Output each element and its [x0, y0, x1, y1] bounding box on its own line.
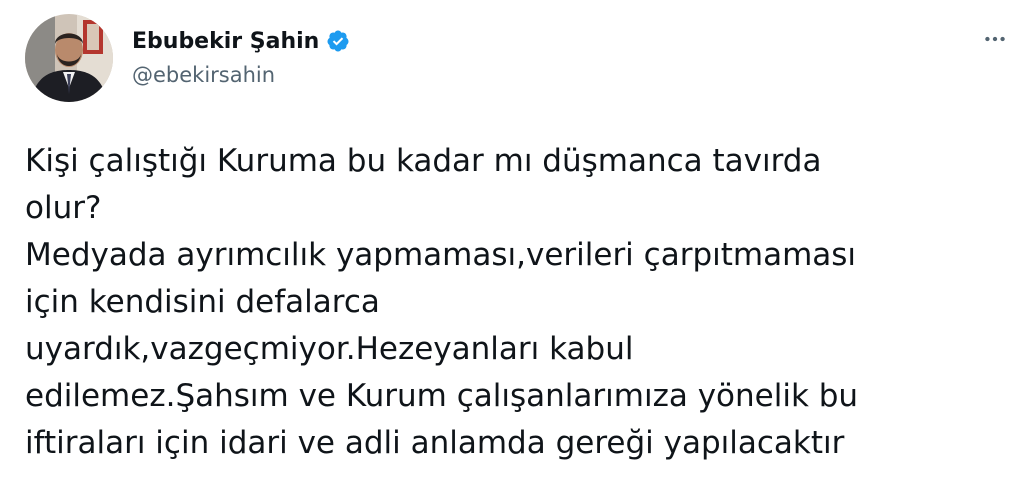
more-options-button[interactable] — [978, 22, 1012, 56]
tweet-text-line: Kişi çalıştığı Kuruma bu kadar mı düşman… — [25, 143, 822, 179]
tweet-text: Kişi çalıştığı Kuruma bu kadar mı düşman… — [25, 138, 1005, 467]
more-horizontal-icon — [985, 36, 1005, 42]
tweet-text-line: olur? — [25, 190, 102, 226]
author-handle[interactable]: @ebekirsahin — [132, 63, 350, 87]
name-row: Ebubekir Şahin — [132, 25, 350, 57]
avatar[interactable] — [25, 14, 113, 102]
verified-badge-icon[interactable] — [326, 29, 350, 53]
author-name[interactable]: Ebubekir Şahin — [132, 29, 319, 54]
tweet-text-line: için kendisini defalarca — [25, 284, 380, 320]
tweet-text-line: Medyada ayrımcılık yapmaması,verileri ça… — [25, 237, 857, 273]
tweet-text-line: edilemez.Şahsım ve Kurum çalışanlarımıza… — [25, 378, 859, 414]
profile-photo-icon — [25, 14, 113, 102]
tweet-text-line: uyardık,vazgeçmiyor.Hezeyanları kabul — [25, 331, 634, 367]
tweet-text-line: iftiraları için idari ve adli anlamda ge… — [25, 425, 845, 461]
tweet-card: Ebubekir Şahin @ebekirsahin Kişi çalıştı… — [0, 0, 1031, 481]
user-info: Ebubekir Şahin @ebekirsahin — [132, 25, 350, 87]
